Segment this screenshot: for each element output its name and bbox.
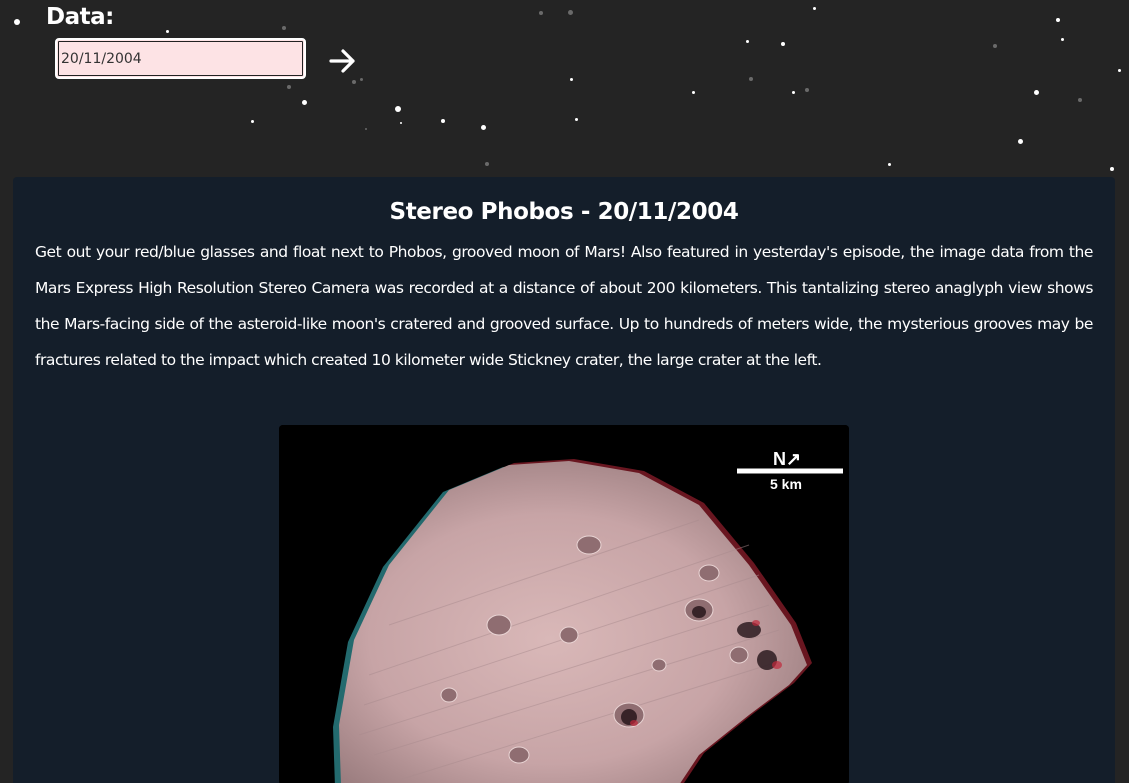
apod-explanation: Get out your red/blue glasses and float … bbox=[35, 243, 1093, 369]
star bbox=[813, 7, 816, 10]
star bbox=[746, 40, 749, 43]
star bbox=[14, 19, 20, 25]
star bbox=[251, 120, 254, 123]
star bbox=[749, 77, 753, 81]
star bbox=[302, 100, 307, 105]
star bbox=[575, 118, 578, 121]
arrow-right-icon bbox=[329, 49, 355, 73]
star bbox=[1118, 69, 1121, 72]
star bbox=[568, 10, 573, 15]
phobos-anaglyph-image bbox=[279, 425, 849, 783]
star bbox=[888, 163, 891, 166]
starfield-background bbox=[0, 0, 1129, 180]
star bbox=[400, 122, 402, 124]
apod-title: Stereo Phobos - 20/11/2004 bbox=[389, 199, 739, 225]
star bbox=[481, 125, 486, 130]
star bbox=[1034, 90, 1039, 95]
star bbox=[539, 11, 543, 15]
star bbox=[1056, 18, 1060, 22]
star bbox=[792, 91, 795, 94]
scale-label: 5 km bbox=[770, 476, 802, 492]
date-label: Data: bbox=[46, 4, 114, 30]
star bbox=[993, 44, 997, 48]
star bbox=[441, 119, 445, 123]
star bbox=[485, 162, 489, 166]
star bbox=[692, 91, 695, 94]
north-indicator: N↗ bbox=[773, 449, 802, 469]
page: Data: Stereo Phobos - 20/11/2004 Get out… bbox=[0, 0, 1129, 783]
apod-card: Stereo Phobos - 20/11/2004 Get out your … bbox=[13, 177, 1115, 783]
star bbox=[360, 78, 363, 81]
star bbox=[395, 106, 401, 112]
star bbox=[1018, 139, 1023, 144]
star bbox=[1110, 167, 1114, 171]
star bbox=[570, 78, 573, 81]
date-input[interactable] bbox=[55, 38, 306, 79]
submit-date-button[interactable] bbox=[326, 44, 360, 78]
star bbox=[282, 26, 286, 30]
star bbox=[365, 128, 367, 130]
star bbox=[352, 80, 356, 84]
star bbox=[805, 88, 809, 92]
star bbox=[1061, 38, 1064, 41]
star bbox=[166, 30, 169, 33]
star bbox=[781, 42, 785, 46]
apod-image: N↗ 5 km bbox=[279, 425, 849, 783]
star bbox=[287, 85, 291, 89]
star bbox=[1078, 98, 1082, 102]
